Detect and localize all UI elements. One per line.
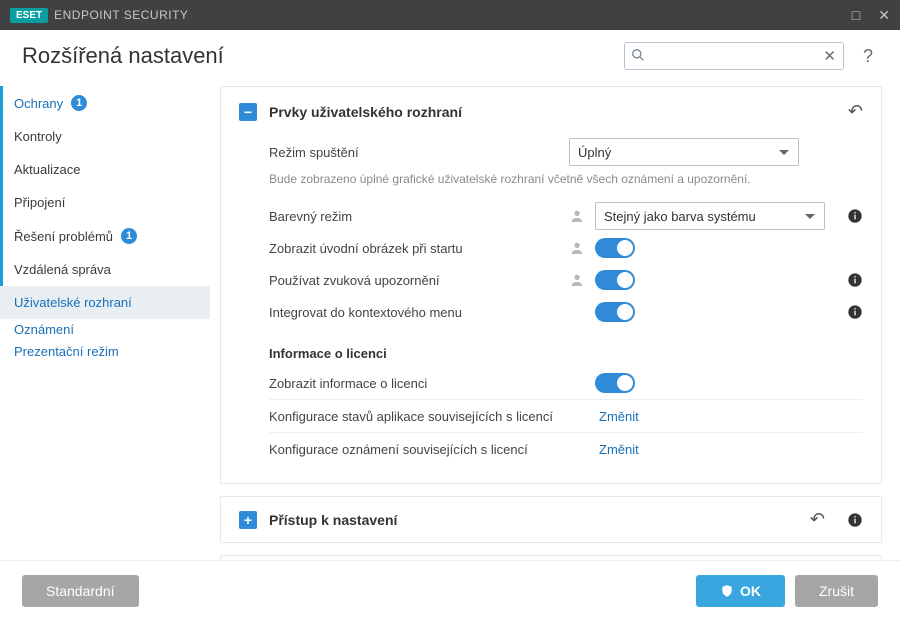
startup-mode-label: Režim spuštění xyxy=(269,145,559,160)
info-icon[interactable] xyxy=(847,272,863,288)
sidebar-item-protections[interactable]: Ochrany 1 xyxy=(0,86,210,120)
select-value: Úplný xyxy=(578,145,611,160)
user-icon xyxy=(569,208,585,224)
content-area: − Prvky uživatelského rozhraní ↶ Režim s… xyxy=(210,80,900,560)
page-title: Rozšířená nastavení xyxy=(22,43,224,69)
select-value: Stejný jako barva systému xyxy=(604,209,756,224)
brand-logo: ESET xyxy=(10,8,48,23)
collapse-icon[interactable]: − xyxy=(239,103,257,121)
user-icon xyxy=(569,272,585,288)
nav-label: Aktualizace xyxy=(14,162,80,177)
footer: Standardní OK Zrušit xyxy=(0,560,900,620)
product-name: ENDPOINT SECURITY xyxy=(54,8,188,22)
change-link[interactable]: Změnit xyxy=(599,409,639,424)
show-license-label: Zobrazit informace o licenci xyxy=(269,376,559,391)
color-mode-select[interactable]: Stejný jako barva systému xyxy=(595,202,825,230)
ok-button[interactable]: OK xyxy=(696,575,785,607)
nav-label: Připojení xyxy=(14,195,65,210)
nav-label: Ochrany xyxy=(14,96,63,111)
header: Rozšířená nastavení ✕ ? xyxy=(0,30,900,80)
panel-ui-elements: − Prvky uživatelského rozhraní ↶ Režim s… xyxy=(220,86,882,484)
cancel-button[interactable]: Zrušit xyxy=(795,575,878,607)
context-label: Integrovat do kontextového menu xyxy=(269,305,559,320)
sidebar: Ochrany 1 Kontroly Aktualizace Připojení… xyxy=(0,80,210,560)
shield-icon xyxy=(720,584,734,598)
license-heading: Informace o licenci xyxy=(239,328,863,367)
search-input[interactable] xyxy=(624,42,844,70)
sidebar-item-troubleshoot[interactable]: Řešení problémů 1 xyxy=(0,219,210,253)
panel-title: Prvky uživatelského rozhraní xyxy=(269,104,462,120)
license-notif-cfg-label: Konfigurace oznámení souvisejících s lic… xyxy=(269,442,589,457)
sidebar-sub-notifications[interactable]: Oznámení xyxy=(0,319,210,341)
sound-toggle[interactable] xyxy=(595,270,635,290)
startup-mode-select[interactable]: Úplný xyxy=(569,138,799,166)
splash-toggle[interactable] xyxy=(595,238,635,258)
sidebar-item-connection[interactable]: Připojení xyxy=(0,186,210,219)
sidebar-item-remote[interactable]: Vzdálená správa xyxy=(0,253,210,286)
sound-label: Používat zvuková upozornění xyxy=(269,273,559,288)
nav-label: Vzdálená správa xyxy=(14,262,111,277)
titlebar: ESET ENDPOINT SECURITY □ ✕ xyxy=(0,0,900,30)
search-box: ✕ xyxy=(624,42,844,70)
nav-badge: 1 xyxy=(121,228,137,244)
info-icon[interactable] xyxy=(847,512,863,528)
info-icon[interactable] xyxy=(847,208,863,224)
sidebar-sub-presentation[interactable]: Prezentační režim xyxy=(0,341,210,363)
undo-icon[interactable]: ↶ xyxy=(810,509,825,530)
context-toggle[interactable] xyxy=(595,302,635,322)
panel-access: + Přístup k nastavení ↶ xyxy=(220,496,882,543)
undo-icon[interactable]: ↶ xyxy=(848,101,863,122)
help-icon[interactable]: ? xyxy=(858,46,878,67)
nav-label: Řešení problémů xyxy=(14,229,113,244)
color-mode-label: Barevný režim xyxy=(269,209,559,224)
panel-title: Přístup k nastavení xyxy=(269,512,397,528)
search-icon xyxy=(631,48,645,62)
nav-label: Kontroly xyxy=(14,129,62,144)
info-icon[interactable] xyxy=(847,304,863,320)
expand-icon[interactable]: + xyxy=(239,511,257,529)
maximize-icon[interactable]: □ xyxy=(852,7,860,24)
license-status-cfg-label: Konfigurace stavů aplikace souvisejících… xyxy=(269,409,589,424)
nav-label: Uživatelské rozhraní xyxy=(14,295,132,310)
nav-badge: 1 xyxy=(71,95,87,111)
ok-label: OK xyxy=(740,583,761,599)
default-button[interactable]: Standardní xyxy=(22,575,139,607)
window-controls: □ ✕ xyxy=(852,7,890,24)
startup-mode-hint: Bude zobrazeno úplné grafické uživatelsk… xyxy=(239,168,863,200)
sidebar-item-scans[interactable]: Kontroly xyxy=(0,120,210,153)
user-icon xyxy=(569,240,585,256)
sidebar-item-updates[interactable]: Aktualizace xyxy=(0,153,210,186)
panel-next xyxy=(220,555,882,560)
change-link[interactable]: Změnit xyxy=(599,442,639,457)
sidebar-item-ui[interactable]: Uživatelské rozhraní xyxy=(0,286,210,319)
splash-label: Zobrazit úvodní obrázek při startu xyxy=(269,241,559,256)
show-license-toggle[interactable] xyxy=(595,373,635,393)
brand: ESET ENDPOINT SECURITY xyxy=(10,8,188,23)
close-icon[interactable]: ✕ xyxy=(878,7,890,24)
clear-search-icon[interactable]: ✕ xyxy=(823,47,836,65)
